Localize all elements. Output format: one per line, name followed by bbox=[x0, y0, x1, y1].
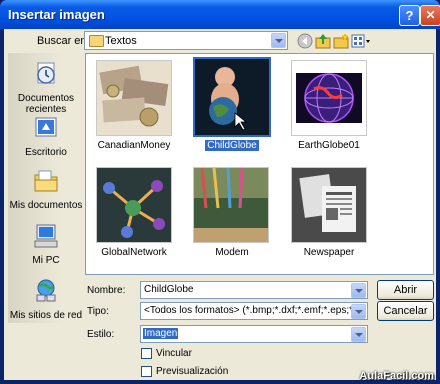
place-label: Mis documentos bbox=[9, 200, 83, 211]
file-caption-selected: ChildGlobe bbox=[182, 140, 282, 151]
file-type-value: <Todos los formatos> (*.bmp;*.dxf;*.emf;… bbox=[144, 305, 352, 316]
preview-checkbox[interactable] bbox=[141, 366, 152, 377]
chevron-down-icon[interactable] bbox=[351, 304, 366, 319]
views-icon[interactable] bbox=[351, 33, 371, 49]
desktop-icon bbox=[35, 117, 57, 137]
open-button[interactable]: Abrir bbox=[377, 280, 434, 300]
place-label: Escritorio bbox=[25, 147, 67, 158]
look-in-value: Textos bbox=[105, 35, 137, 47]
file-caption: ChildGlobe bbox=[205, 140, 259, 151]
file-name-label: Nombre: bbox=[87, 285, 126, 296]
file-thumbnail-newspaper[interactable] bbox=[291, 167, 367, 243]
my-documents-icon bbox=[34, 170, 58, 192]
file-caption: EarthGlobe01 bbox=[298, 140, 360, 151]
file-thumbnail-canadianmoney[interactable] bbox=[96, 60, 172, 136]
modem-image bbox=[194, 167, 268, 242]
link-checkbox[interactable] bbox=[141, 348, 152, 359]
chevron-down-icon[interactable] bbox=[351, 327, 366, 342]
file-caption: Newspaper bbox=[303, 247, 355, 258]
close-button[interactable]: ✕ bbox=[420, 5, 440, 26]
recent-documents-icon bbox=[37, 62, 55, 84]
link-checkbox-label: Vincular bbox=[156, 348, 192, 359]
file-caption: GlobalNetwork bbox=[101, 247, 167, 258]
back-icon[interactable] bbox=[297, 33, 313, 49]
file-name-value: ChildGlobe bbox=[144, 284, 194, 295]
style-select[interactable]: Imagen bbox=[140, 325, 368, 343]
place-label: Mis sitios de red bbox=[9, 310, 83, 321]
watermark: AulaFacil.com bbox=[359, 370, 434, 382]
file-type-select[interactable]: <Todos los formatos> (*.bmp;*.dxf;*.emf;… bbox=[140, 302, 368, 320]
folder-icon bbox=[89, 35, 104, 47]
file-name-input[interactable]: ChildGlobe bbox=[140, 281, 368, 299]
file-thumbnail-modem[interactable] bbox=[193, 167, 269, 243]
my-computer-icon bbox=[34, 224, 58, 248]
place-desktop[interactable]: Escritorio bbox=[8, 115, 84, 158]
dialog-title: Insertar imagen bbox=[8, 7, 105, 22]
cancel-button[interactable]: Cancelar bbox=[377, 301, 434, 321]
child-globe-image bbox=[195, 59, 269, 135]
places-bar: Documentos recientes Escritorio Mis docu… bbox=[8, 53, 84, 323]
file-caption: CanadianMoney bbox=[97, 140, 171, 151]
place-my-computer[interactable]: Mi PC bbox=[8, 223, 84, 266]
style-label: Estilo: bbox=[87, 329, 115, 340]
place-network-places[interactable]: Mis sitios de red bbox=[8, 278, 84, 321]
file-caption: Modem bbox=[215, 247, 249, 258]
up-folder-icon[interactable] bbox=[315, 33, 331, 49]
file-list-view[interactable]: CanadianMoney ChildGlobe EarthGlobe01 Gl… bbox=[85, 53, 434, 275]
chevron-down-icon[interactable] bbox=[351, 283, 366, 298]
look-in-combo[interactable]: Textos bbox=[84, 31, 288, 50]
place-label: Documentos recientes bbox=[17, 93, 75, 115]
place-label: Mi PC bbox=[32, 255, 60, 266]
earth-globe-image bbox=[292, 61, 366, 135]
chevron-down-icon[interactable] bbox=[271, 33, 286, 48]
file-thumbnail-globalnetwork[interactable] bbox=[96, 167, 172, 243]
new-folder-icon[interactable] bbox=[333, 33, 349, 49]
file-thumbnail-earthglobe01[interactable] bbox=[291, 60, 367, 136]
style-value: Imagen bbox=[143, 328, 179, 339]
file-thumbnail-childglobe[interactable] bbox=[193, 57, 271, 137]
global-network-image bbox=[97, 168, 171, 242]
place-recent-documents[interactable]: Documentos recientes bbox=[8, 61, 84, 115]
money-image bbox=[97, 61, 171, 135]
preview-checkbox-label: Previsualización bbox=[156, 366, 229, 377]
network-places-icon bbox=[36, 279, 56, 302]
help-button[interactable]: ? bbox=[399, 5, 420, 26]
look-in-label: Buscar en: bbox=[37, 35, 90, 47]
file-type-label: Tipo: bbox=[87, 306, 109, 317]
newspaper-image bbox=[292, 168, 366, 242]
place-my-documents[interactable]: Mis documentos bbox=[8, 168, 84, 211]
